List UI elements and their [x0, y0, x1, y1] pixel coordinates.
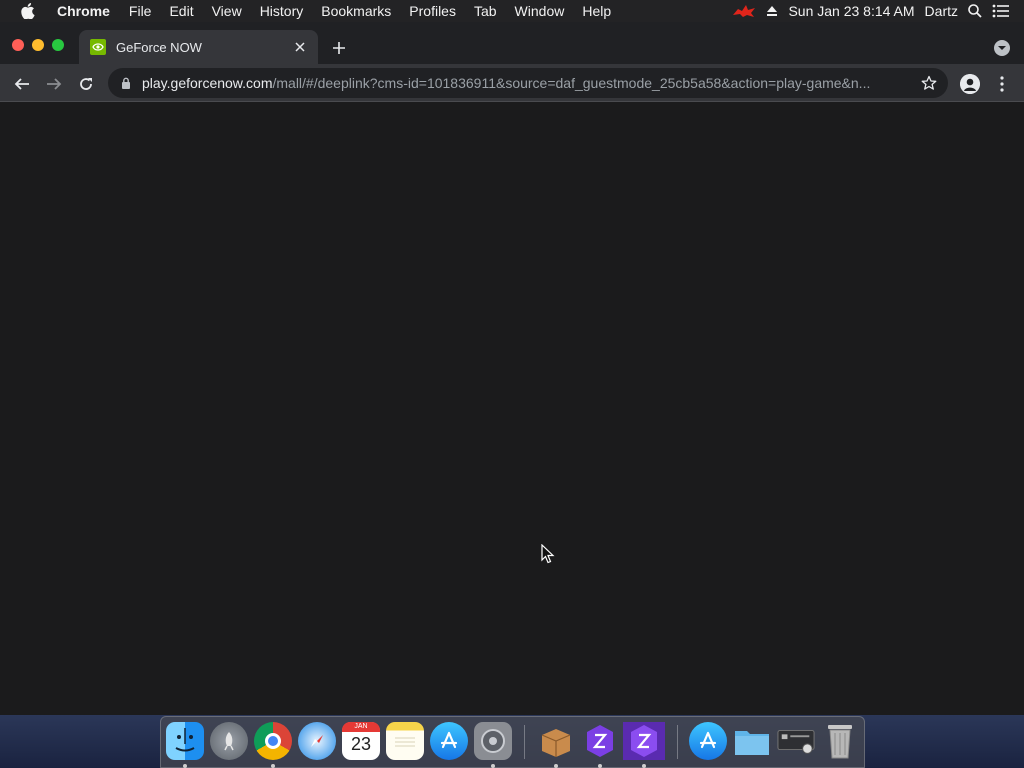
- lock-icon[interactable]: [120, 76, 132, 90]
- calendar-icon[interactable]: JAN 23: [342, 722, 380, 760]
- menu-profiles[interactable]: Profiles: [400, 0, 465, 22]
- running-indicator-finder: [183, 764, 187, 768]
- menu-help[interactable]: Help: [573, 0, 620, 22]
- browser-window: GeForce NOW play.geforcenow.com/mall/#/d…: [0, 22, 1024, 715]
- app-store-downloads-icon[interactable]: [689, 722, 727, 760]
- screenshot-icon[interactable]: [777, 722, 815, 760]
- tab-strip: GeForce NOW: [0, 22, 1024, 64]
- browser-menu-kebab-icon[interactable]: [996, 74, 1008, 94]
- status-app-icon[interactable]: [732, 4, 756, 18]
- flight-app-icon-active[interactable]: [623, 722, 665, 760]
- running-indicator-chrome: [271, 764, 275, 768]
- eject-icon[interactable]: [766, 5, 778, 17]
- safari-icon[interactable]: [298, 722, 336, 760]
- trash-icon[interactable]: [821, 722, 859, 760]
- window-close-button[interactable]: [12, 39, 24, 51]
- system-preferences-icon[interactable]: [474, 722, 512, 760]
- forward-arrow-icon[interactable]: [44, 74, 64, 94]
- url-host: play.geforcenow.com: [142, 75, 273, 91]
- running-indicator-installer: [554, 764, 558, 768]
- finder-icon[interactable]: [166, 722, 204, 760]
- menu-bookmarks[interactable]: Bookmarks: [312, 0, 400, 22]
- tab-close-icon[interactable]: [292, 39, 308, 55]
- mouse-pointer-icon: [541, 543, 555, 564]
- url-path: /mall/#/deeplink?cms-id=101836911&source…: [272, 75, 871, 91]
- running-indicator-flight-app: [598, 764, 602, 768]
- calendar-month: JAN: [342, 722, 380, 732]
- window-fullscreen-button[interactable]: [52, 39, 64, 51]
- dock-separator: [524, 725, 525, 759]
- address-bar[interactable]: play.geforcenow.com/mall/#/deeplink?cms-…: [108, 68, 948, 98]
- apple-menu-icon[interactable]: [18, 3, 38, 19]
- profile-avatar-icon[interactable]: [960, 74, 980, 94]
- tab-geforce-now[interactable]: GeForce NOW: [79, 30, 318, 64]
- menu-window[interactable]: Window: [506, 0, 574, 22]
- back-arrow-icon[interactable]: [12, 74, 32, 94]
- menu-file[interactable]: File: [120, 0, 161, 22]
- menu-user-name[interactable]: Dartz: [925, 3, 958, 19]
- running-indicator-flight-app-active: [642, 764, 646, 768]
- url-text: play.geforcenow.com/mall/#/deeplink?cms-…: [142, 75, 910, 91]
- browser-toolbar: play.geforcenow.com/mall/#/deeplink?cms-…: [0, 64, 1024, 102]
- spotlight-search-icon[interactable]: [968, 4, 982, 18]
- new-tab-plus-icon[interactable]: [330, 39, 348, 57]
- macos-dock: JAN 23: [160, 716, 865, 768]
- tab-title: GeForce NOW: [116, 39, 202, 55]
- reload-icon[interactable]: [76, 74, 96, 94]
- chrome-icon[interactable]: [254, 722, 292, 760]
- bookmark-star-icon[interactable]: [920, 74, 938, 92]
- macos-menu-bar: Chrome File Edit View History Bookmarks …: [0, 0, 1024, 22]
- menu-app-name[interactable]: Chrome: [48, 0, 120, 22]
- tab-search-chevron-icon[interactable]: [994, 40, 1010, 56]
- dock-separator: [677, 725, 678, 759]
- notification-center-icon[interactable]: [992, 4, 1010, 18]
- flight-app-icon[interactable]: [581, 722, 619, 760]
- notes-icon[interactable]: [386, 722, 424, 760]
- page-content-area[interactable]: [0, 103, 1024, 715]
- menu-clock[interactable]: Sun Jan 23 8:14 AM: [788, 3, 914, 19]
- folder-icon[interactable]: [733, 722, 771, 760]
- nvidia-favicon-icon: [90, 39, 106, 55]
- menu-view[interactable]: View: [203, 0, 251, 22]
- launchpad-icon[interactable]: [210, 722, 248, 760]
- running-indicator-system-preferences: [491, 764, 495, 768]
- calendar-day: 23: [350, 734, 372, 754]
- app-store-icon[interactable]: [430, 722, 468, 760]
- menu-tab[interactable]: Tab: [465, 0, 506, 22]
- window-minimize-button[interactable]: [32, 39, 44, 51]
- menu-edit[interactable]: Edit: [160, 0, 202, 22]
- installer-icon[interactable]: [537, 722, 575, 760]
- menu-history[interactable]: History: [251, 0, 313, 22]
